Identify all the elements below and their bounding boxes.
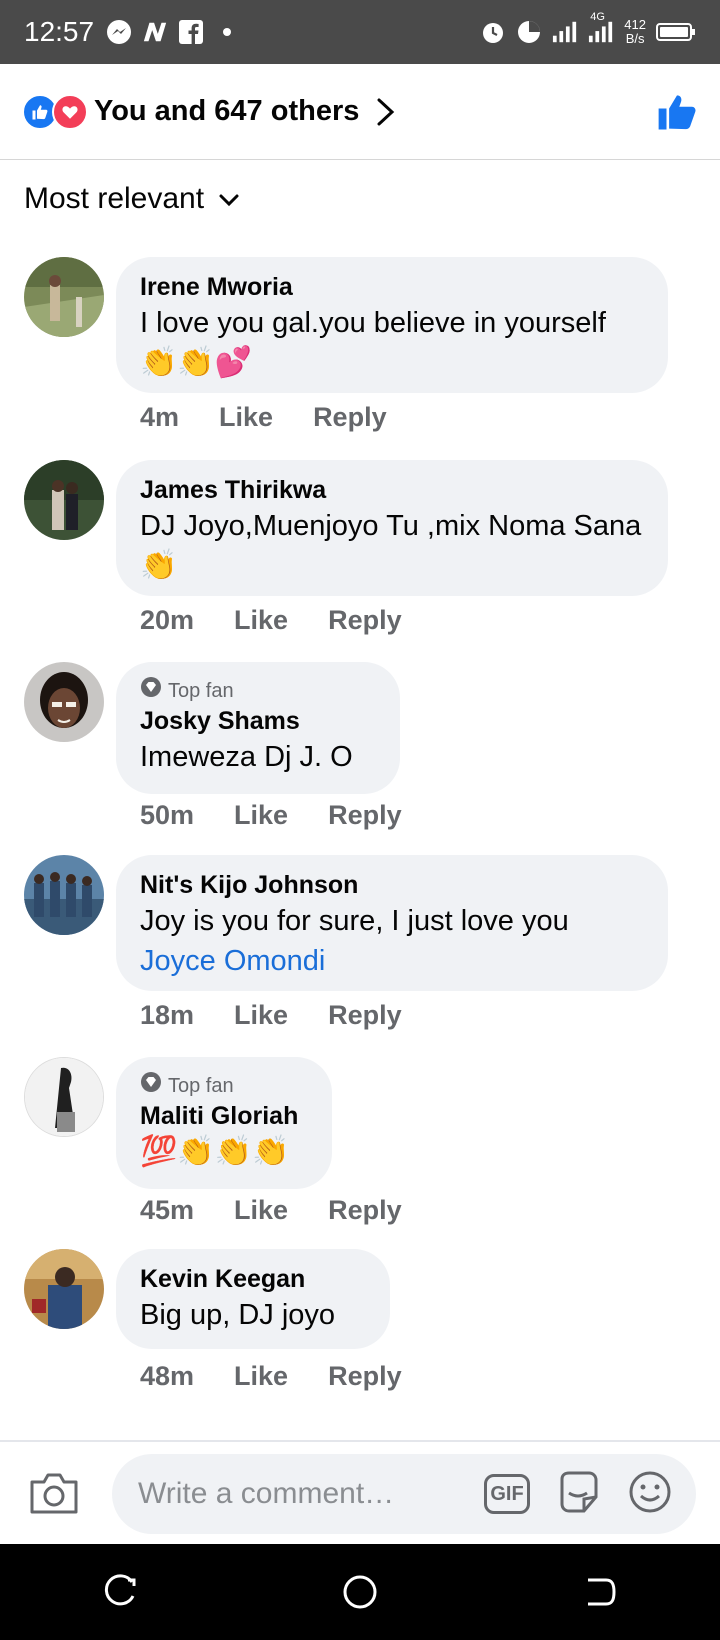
- comment-text: I love you gal.you believe in yourself: [140, 307, 606, 339]
- chevron-right-icon[interactable]: [375, 97, 397, 127]
- top-fan-badge: Top fan: [140, 1071, 308, 1100]
- avatar[interactable]: [24, 1057, 104, 1137]
- alarm-icon: [480, 19, 506, 45]
- signal-icon: [552, 19, 578, 45]
- notification-icons: [106, 19, 240, 45]
- recents-icon[interactable]: [90, 1562, 150, 1622]
- sort-dropdown[interactable]: Most relevant: [24, 182, 240, 216]
- comment-time: 48m: [140, 1361, 195, 1391]
- comment-time: 20m: [140, 605, 195, 635]
- comment-actions: 50m Like Reply: [140, 800, 442, 831]
- top-fan-label: Top fan: [168, 1074, 234, 1097]
- comment-author[interactable]: Nit's Kijo Johnson: [140, 869, 644, 901]
- n-app-icon: [142, 19, 168, 45]
- sticker-icon[interactable]: [556, 1469, 602, 1520]
- reply-button[interactable]: Reply: [328, 1361, 402, 1392]
- comments-sheet: You and 647 others Most relevant Irene M…: [0, 64, 720, 1544]
- comment-actions: 45m Like Reply: [140, 1195, 442, 1226]
- reply-button[interactable]: Reply: [328, 605, 402, 636]
- avatar[interactable]: [24, 855, 104, 935]
- comment-bubble[interactable]: Kevin Keegan Big up, DJ joyo: [116, 1249, 390, 1349]
- chevron-down-icon: [218, 182, 240, 216]
- reaction-summary[interactable]: You and 647 others: [94, 95, 359, 128]
- comment-composer: GIF: [0, 1440, 720, 1544]
- comment-text: DJ Joyo,Muenjoyo Tu ,mix Noma Sana 👏: [140, 506, 644, 586]
- camera-icon[interactable]: [28, 1470, 80, 1516]
- signal-4g-icon: 4G: [588, 11, 614, 45]
- battery-icon: [656, 19, 696, 45]
- comment-time: 50m: [140, 800, 195, 830]
- mention-link[interactable]: Joyce Omondi: [140, 941, 644, 981]
- reply-button[interactable]: Reply: [328, 800, 402, 831]
- comment-input-container[interactable]: GIF: [112, 1454, 696, 1534]
- comment-actions: 20m Like Reply: [140, 605, 442, 636]
- like-button[interactable]: Like: [234, 1000, 288, 1031]
- comment-time: 45m: [140, 1195, 195, 1225]
- status-bar: 12:57 4G 412 B/s: [0, 0, 720, 64]
- comment-author[interactable]: Kevin Keegan: [140, 1263, 366, 1295]
- top-fan-badge: Top fan: [140, 676, 376, 705]
- composer-icons: GIF: [484, 1469, 672, 1520]
- status-time: 12:57: [24, 16, 95, 47]
- comment-time: 4m: [140, 402, 180, 432]
- gif-label: GIF: [490, 1482, 524, 1505]
- comment-author[interactable]: Maliti Gloriah: [140, 1100, 308, 1132]
- emoji-icon[interactable]: [628, 1470, 672, 1519]
- reply-button[interactable]: Reply: [328, 1195, 402, 1226]
- net-speed-value: 412: [624, 17, 646, 32]
- love-reaction-icon: [52, 93, 88, 130]
- comment-bubble[interactable]: James Thirikwa DJ Joyo,Muenjoyo Tu ,mix …: [116, 460, 668, 596]
- comment-bubble[interactable]: Top fan Maliti Gloriah 💯👏👏👏: [116, 1057, 332, 1189]
- home-icon[interactable]: [330, 1562, 390, 1622]
- net-speed: 412 B/s: [624, 18, 646, 46]
- system-status-icons: 4G 412 B/s: [480, 11, 696, 46]
- like-button[interactable]: Like: [234, 800, 288, 831]
- avatar[interactable]: [24, 1249, 104, 1329]
- like-button[interactable]: Like: [219, 402, 273, 433]
- comment-time: 18m: [140, 1000, 195, 1030]
- reply-button[interactable]: Reply: [328, 1000, 402, 1031]
- diamond-badge-icon: [140, 676, 162, 705]
- like-button[interactable]: Like: [234, 1195, 288, 1226]
- comment-actions: 48m Like Reply: [140, 1361, 442, 1393]
- reply-button[interactable]: Reply: [313, 402, 387, 433]
- avatar[interactable]: [24, 662, 104, 742]
- comment-emoji: 💯👏👏👏: [140, 1135, 290, 1168]
- gif-icon[interactable]: GIF: [484, 1474, 530, 1514]
- comment-actions: 18m Like Reply: [140, 1000, 442, 1031]
- comment-bubble[interactable]: Irene Mworia I love you gal.you believe …: [116, 257, 668, 393]
- avatar[interactable]: [24, 460, 104, 540]
- comment-actions: 4m Like Reply: [140, 402, 427, 433]
- system-nav-bar: [0, 1544, 720, 1640]
- thumbs-up-icon[interactable]: [656, 91, 698, 133]
- messenger-icon: [106, 19, 132, 45]
- comment-emoji: 👏👏💕: [140, 346, 253, 379]
- avatar[interactable]: [24, 257, 104, 337]
- comment-author[interactable]: James Thirikwa: [140, 474, 644, 506]
- network-type: 4G: [590, 11, 605, 23]
- top-fan-label: Top fan: [168, 679, 234, 702]
- reaction-icons: [22, 93, 88, 130]
- net-speed-unit: B/s: [625, 31, 645, 46]
- like-button[interactable]: Like: [234, 605, 288, 636]
- comment-bubble[interactable]: Nit's Kijo Johnson Joy is you for sure, …: [116, 855, 668, 991]
- diamond-badge-icon: [140, 1071, 162, 1100]
- facebook-icon: [178, 19, 204, 45]
- comment-input[interactable]: [136, 1476, 460, 1512]
- dot-icon: [214, 19, 240, 45]
- comment-bubble[interactable]: Top fan Josky Shams Imeweza Dj J. O: [116, 662, 400, 794]
- comment-text: Imeweza Dj J. O: [140, 741, 353, 773]
- comment-author[interactable]: Irene Mworia: [140, 271, 644, 303]
- back-icon[interactable]: [570, 1562, 630, 1622]
- comment-emoji: 👏: [140, 549, 178, 582]
- comment-author[interactable]: Josky Shams: [140, 705, 376, 737]
- like-button[interactable]: Like: [234, 1361, 288, 1392]
- comment-text-content: DJ Joyo,Muenjoyo Tu ,mix Noma Sana: [140, 510, 642, 542]
- comment-text: Big up, DJ joyo: [140, 1299, 336, 1331]
- data-saver-icon: [516, 19, 542, 45]
- comment-text: Joy is you for sure, I just love you: [140, 905, 569, 937]
- reactions-header[interactable]: You and 647 others: [0, 64, 720, 160]
- sort-label: Most relevant: [24, 182, 205, 215]
